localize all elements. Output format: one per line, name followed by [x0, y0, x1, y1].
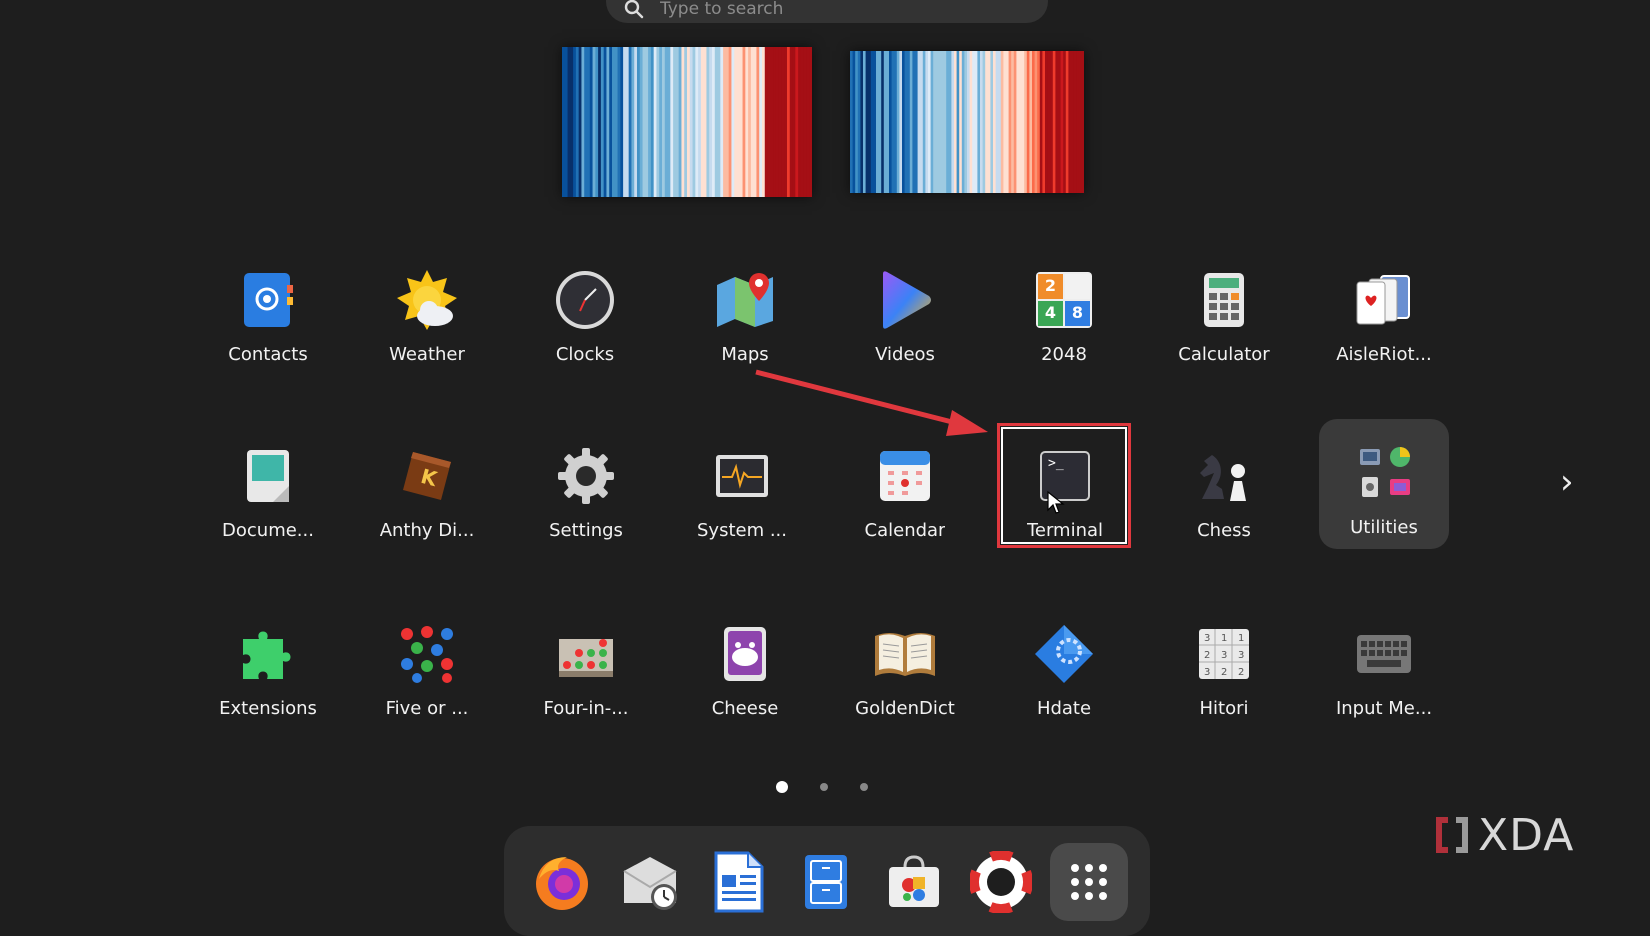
- page-dot-3[interactable]: [860, 783, 868, 791]
- clock-mail-icon: [623, 857, 677, 910]
- dock-files[interactable]: [787, 843, 865, 921]
- dock-writer[interactable]: [699, 843, 777, 921]
- dock-firefox[interactable]: [523, 843, 601, 921]
- dock-help[interactable]: [962, 843, 1040, 921]
- help-icon: [970, 851, 1032, 913]
- software-icon: [889, 855, 939, 907]
- next-page-chevron-icon[interactable]: ›: [1560, 462, 1574, 502]
- mouse-cursor-icon: [1047, 490, 1065, 514]
- app-grid-icon: [1071, 864, 1107, 900]
- firefox-icon: [536, 857, 588, 910]
- page-dot-1[interactable]: [776, 781, 788, 793]
- writer-icon: [714, 851, 764, 913]
- xda-text: XDA: [1478, 810, 1575, 861]
- page-dot-2[interactable]: [820, 783, 828, 791]
- dock-clock-mail[interactable]: [612, 843, 690, 921]
- page-indicator: [776, 781, 868, 793]
- files-icon: [805, 855, 847, 909]
- dock-software[interactable]: [875, 843, 953, 921]
- xda-logo-icon: [1436, 816, 1468, 853]
- dock-show-apps[interactable]: [1050, 843, 1128, 921]
- xda-watermark: XDA: [1432, 810, 1574, 861]
